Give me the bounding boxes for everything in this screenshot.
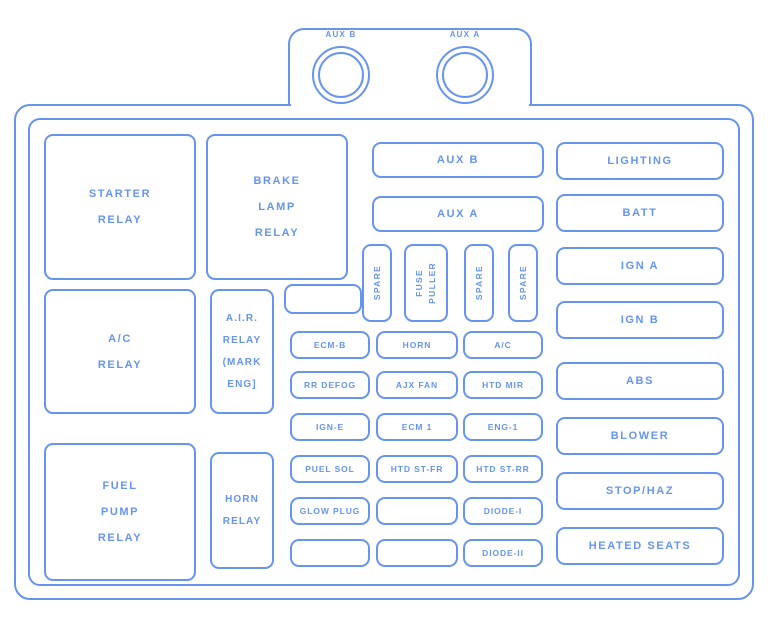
fuse-ign-b-label: IGN B [620, 314, 660, 326]
fuel-pump-relay[interactable]: FUEL PUMP RELAY [44, 443, 196, 581]
brake-lamp-relay[interactable]: BRAKE LAMP RELAY [206, 134, 348, 280]
fuse-heated-seats-label: HEATED SEATS [588, 540, 692, 552]
air-relay-line-3: (MARK [222, 356, 262, 368]
fuse-horn[interactable]: HORN [376, 331, 458, 359]
fuse-ecm-1-label: ECM 1 [401, 422, 433, 432]
fuse-eng-1-label: ENG-1 [487, 422, 519, 432]
starter-relay-line-2: RELAY [97, 214, 143, 226]
fuse-glow-plug-label: GLOW PLUG [299, 506, 361, 516]
ac-relay-line-1: A/C [108, 332, 132, 345]
fuse-puel-sol-label: PUEL SOL [305, 464, 355, 474]
fuse-horn-label: HORN [402, 340, 432, 350]
fuse-blower-label: BLOWER [610, 430, 670, 442]
horn-relay[interactable]: HORN RELAY [210, 452, 274, 569]
air-relay-line-2: RELAY [222, 334, 262, 346]
fuse-ac-label: A/C [494, 340, 512, 350]
fuse-empty-mid[interactable] [376, 497, 458, 525]
fuse-ajx-fan[interactable]: AJX FAN [376, 371, 458, 399]
aux-b-socket-label: AUX B [325, 30, 357, 39]
ac-relay-line-2: RELAY [97, 358, 143, 371]
aux-b-socket[interactable]: AUX B [304, 30, 378, 106]
fuse-abs[interactable]: ABS [556, 362, 724, 400]
fuse-ac[interactable]: A/C [463, 331, 543, 359]
fuse-htd-st-fr-label: HTD ST-FR [390, 464, 444, 474]
fuse-diode-ii-label: DIODE-II [482, 548, 524, 558]
fuse-stop-haz-label: STOP/HAZ [605, 485, 675, 497]
fuse-htd-st-rr[interactable]: HTD ST-RR [463, 455, 543, 483]
starter-relay[interactable]: STARTER RELAY [44, 134, 196, 280]
starter-relay-line-1: STARTER [88, 188, 152, 200]
fuse-ign-a[interactable]: IGN A [556, 247, 724, 285]
aux-a-socket[interactable]: AUX A [428, 30, 502, 106]
fuse-ign-e-label: IGN-E [315, 422, 345, 432]
fuse-puller-slot[interactable]: FUSE PULLER [404, 244, 448, 322]
fuse-blower[interactable]: BLOWER [556, 417, 724, 455]
fuse-ign-b[interactable]: IGN B [556, 301, 724, 339]
fuse-glow-plug[interactable]: GLOW PLUG [290, 497, 370, 525]
fuse-lighting[interactable]: LIGHTING [556, 142, 724, 180]
fuse-abs-label: ABS [625, 375, 655, 387]
fuse-empty-top[interactable] [284, 284, 362, 314]
fuse-ecm-1[interactable]: ECM 1 [376, 413, 458, 441]
fuse-diode-i-label: DIODE-I [483, 506, 523, 516]
fuse-htd-st-rr-label: HTD ST-RR [476, 464, 530, 474]
air-relay[interactable]: A.I.R. RELAY (MARK ENG] [210, 289, 274, 414]
fuse-stop-haz[interactable]: STOP/HAZ [556, 472, 724, 510]
fuel-pump-relay-line-3: RELAY [97, 532, 143, 544]
brake-lamp-relay-line-1: BRAKE [253, 175, 301, 187]
fuse-htd-mir[interactable]: HTD MIR [463, 371, 543, 399]
fuse-puel-sol[interactable]: PUEL SOL [290, 455, 370, 483]
fuse-heated-seats[interactable]: HEATED SEATS [556, 527, 724, 565]
brake-lamp-relay-line-3: RELAY [254, 227, 300, 239]
fuse-box-diagram: AUX B AUX A STARTER RELAY BRAKE LAMP REL… [0, 0, 768, 636]
fuse-puller-slot-line-2: PULLER [427, 262, 437, 304]
brake-lamp-relay-line-2: LAMP [258, 201, 296, 213]
fuse-ign-a-label: IGN A [620, 260, 660, 272]
fuse-empty-bm[interactable] [376, 539, 458, 567]
fuel-pump-relay-line-2: PUMP [100, 506, 140, 518]
fuse-rr-defog-label: RR DEFOG [303, 380, 357, 390]
fuse-eng-1[interactable]: ENG-1 [463, 413, 543, 441]
air-relay-line-1: A.I.R. [225, 312, 259, 324]
spare-slot-3-label: SPARE [517, 265, 528, 301]
aux-a-socket-label: AUX A [449, 30, 481, 39]
fuse-htd-st-fr[interactable]: HTD ST-FR [376, 455, 458, 483]
aux-a-fuse-label: AUX A [437, 208, 479, 220]
fuse-batt[interactable]: BATT [556, 194, 724, 232]
fuse-diode-i[interactable]: DIODE-I [463, 497, 543, 525]
horn-relay-line-1: HORN [225, 493, 259, 505]
fuse-ecm-b-label: ECM-B [313, 340, 347, 350]
aux-b-fuse-label: AUX B [436, 154, 480, 166]
fuse-diode-ii[interactable]: DIODE-II [463, 539, 543, 567]
ac-relay[interactable]: A/C RELAY [44, 289, 196, 414]
aux-a-socket-ring-inner [442, 52, 488, 98]
fuse-puller-slot-line-1: FUSE [414, 269, 424, 297]
fuse-empty-bl[interactable] [290, 539, 370, 567]
fuse-ign-e[interactable]: IGN-E [290, 413, 370, 441]
aux-b-socket-ring-inner [318, 52, 364, 98]
spare-slot-2[interactable]: SPARE [464, 244, 494, 322]
aux-a-fuse[interactable]: AUX A [372, 196, 544, 232]
aux-b-fuse[interactable]: AUX B [372, 142, 544, 178]
fuse-batt-label: BATT [622, 207, 658, 219]
fuse-htd-mir-label: HTD MIR [482, 380, 524, 390]
fuse-ajx-fan-label: AJX FAN [395, 380, 439, 390]
air-relay-line-4: ENG] [227, 378, 257, 390]
fuse-ecm-b[interactable]: ECM-B [290, 331, 370, 359]
horn-relay-line-2: RELAY [222, 515, 262, 527]
fuse-lighting-label: LIGHTING [607, 155, 673, 167]
fuse-rr-defog[interactable]: RR DEFOG [290, 371, 370, 399]
spare-slot-1-label: SPARE [371, 265, 382, 301]
fuel-pump-relay-line-1: FUEL [102, 480, 138, 492]
spare-slot-1[interactable]: SPARE [362, 244, 392, 322]
spare-slot-2-label: SPARE [473, 265, 484, 301]
spare-slot-3[interactable]: SPARE [508, 244, 538, 322]
